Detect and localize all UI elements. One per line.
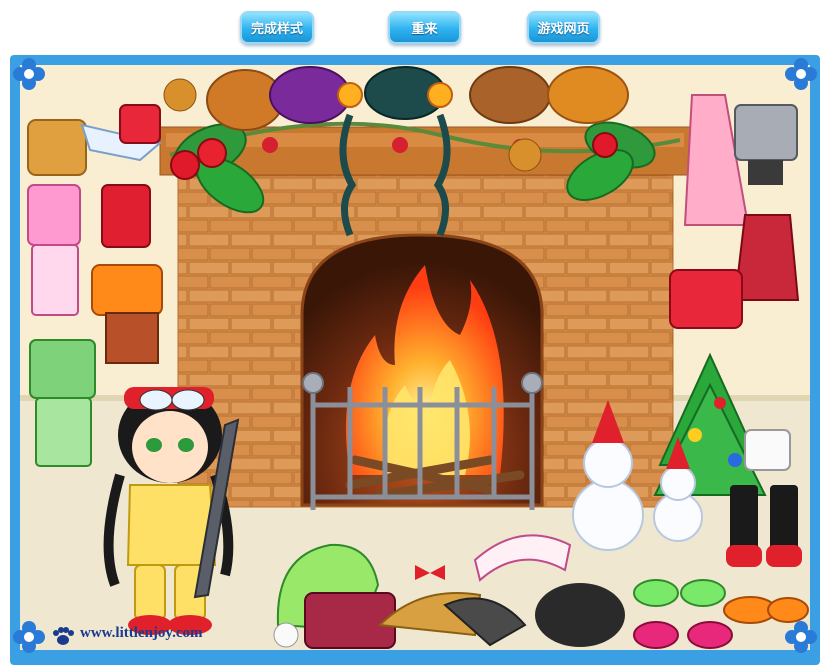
reset-button[interactable]: 重来	[388, 11, 461, 44]
flower-corner-icon	[785, 58, 817, 90]
right-clothing-rack	[669, 94, 800, 329]
paw-icon	[53, 627, 74, 645]
finish-style-button[interactable]: 完成样式	[240, 11, 314, 44]
flower-corner-icon	[13, 58, 45, 90]
game-website-button[interactable]: 游戏网页	[527, 11, 600, 44]
website-url[interactable]: www.littlenjoy.com	[80, 625, 202, 642]
flower-corner-icon	[13, 621, 45, 653]
flower-corner-icon	[785, 621, 817, 653]
dressup-stage	[20, 65, 810, 650]
